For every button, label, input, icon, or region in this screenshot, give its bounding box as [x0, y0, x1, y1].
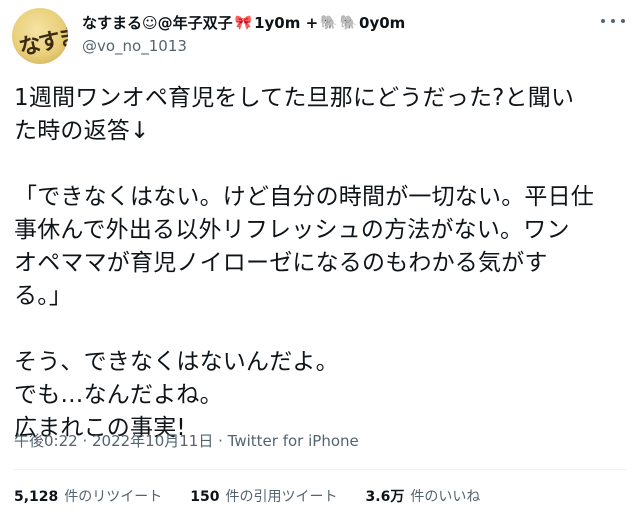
elephant-icon: 🐘	[320, 14, 338, 31]
elephant-icon: 🐘	[339, 14, 358, 31]
retweets-label: 件のリツイート	[64, 489, 163, 505]
more-icon[interactable]	[601, 14, 625, 28]
retweets-stat[interactable]: 5,128 件のリツイート	[14, 486, 162, 506]
avatar-text: なすまる	[16, 19, 68, 61]
tweet-date[interactable]: 2022年10月11日	[92, 432, 213, 450]
tweet-paragraph: 「できなくはない。けど自分の時間が一切ない。平日仕 事休んで外出る以外リフレッシ…	[14, 184, 594, 309]
likes-label: 件のいいね	[410, 489, 481, 505]
meta-separator: ·	[77, 432, 92, 450]
divider	[14, 469, 626, 470]
ribbon-icon: 🎀	[234, 14, 253, 31]
tweet-paragraph: 1週間ワンオペ育児をしてた旦那にどうだった?と聞い た時の返答↓	[14, 85, 575, 144]
likes-stat[interactable]: 3.6万 件のいいね	[366, 486, 481, 506]
display-name-suffix-2: 0y0m	[359, 13, 406, 32]
tweet-stats: 5,128 件のリツイート 150 件の引用ツイート 3.6万 件のいいね	[14, 486, 480, 506]
quotes-count: 150	[190, 489, 220, 505]
display-name-suffix-1: 1y0m +	[254, 13, 319, 32]
quotes-stat[interactable]: 150 件の引用ツイート	[190, 486, 337, 506]
likes-count: 3.6万	[365, 489, 405, 505]
tweet-text: 1週間ワンオペ育児をしてた旦那にどうだった?と聞い た時の返答↓ 「できなくはな…	[14, 82, 624, 445]
tweet-time[interactable]: 午後0:22	[14, 432, 78, 450]
avatar[interactable]: なすまる	[12, 8, 68, 64]
quotes-label: 件の引用ツイート	[225, 489, 338, 505]
tweet-source[interactable]: Twitter for iPhone	[228, 432, 359, 450]
display-name-text: なすまる☺@年子双子	[82, 14, 233, 32]
tweet-meta: 午後0:22 · 2022年10月11日 · Twitter for iPhon…	[14, 430, 359, 451]
display-name[interactable]: なすまる☺@年子双子 🎀 1y0m + 🐘 🐘 0y0m	[82, 12, 405, 33]
user-handle[interactable]: @vo_no_1013	[82, 37, 187, 55]
meta-separator: ·	[213, 432, 228, 450]
retweets-count: 5,128	[14, 489, 59, 505]
